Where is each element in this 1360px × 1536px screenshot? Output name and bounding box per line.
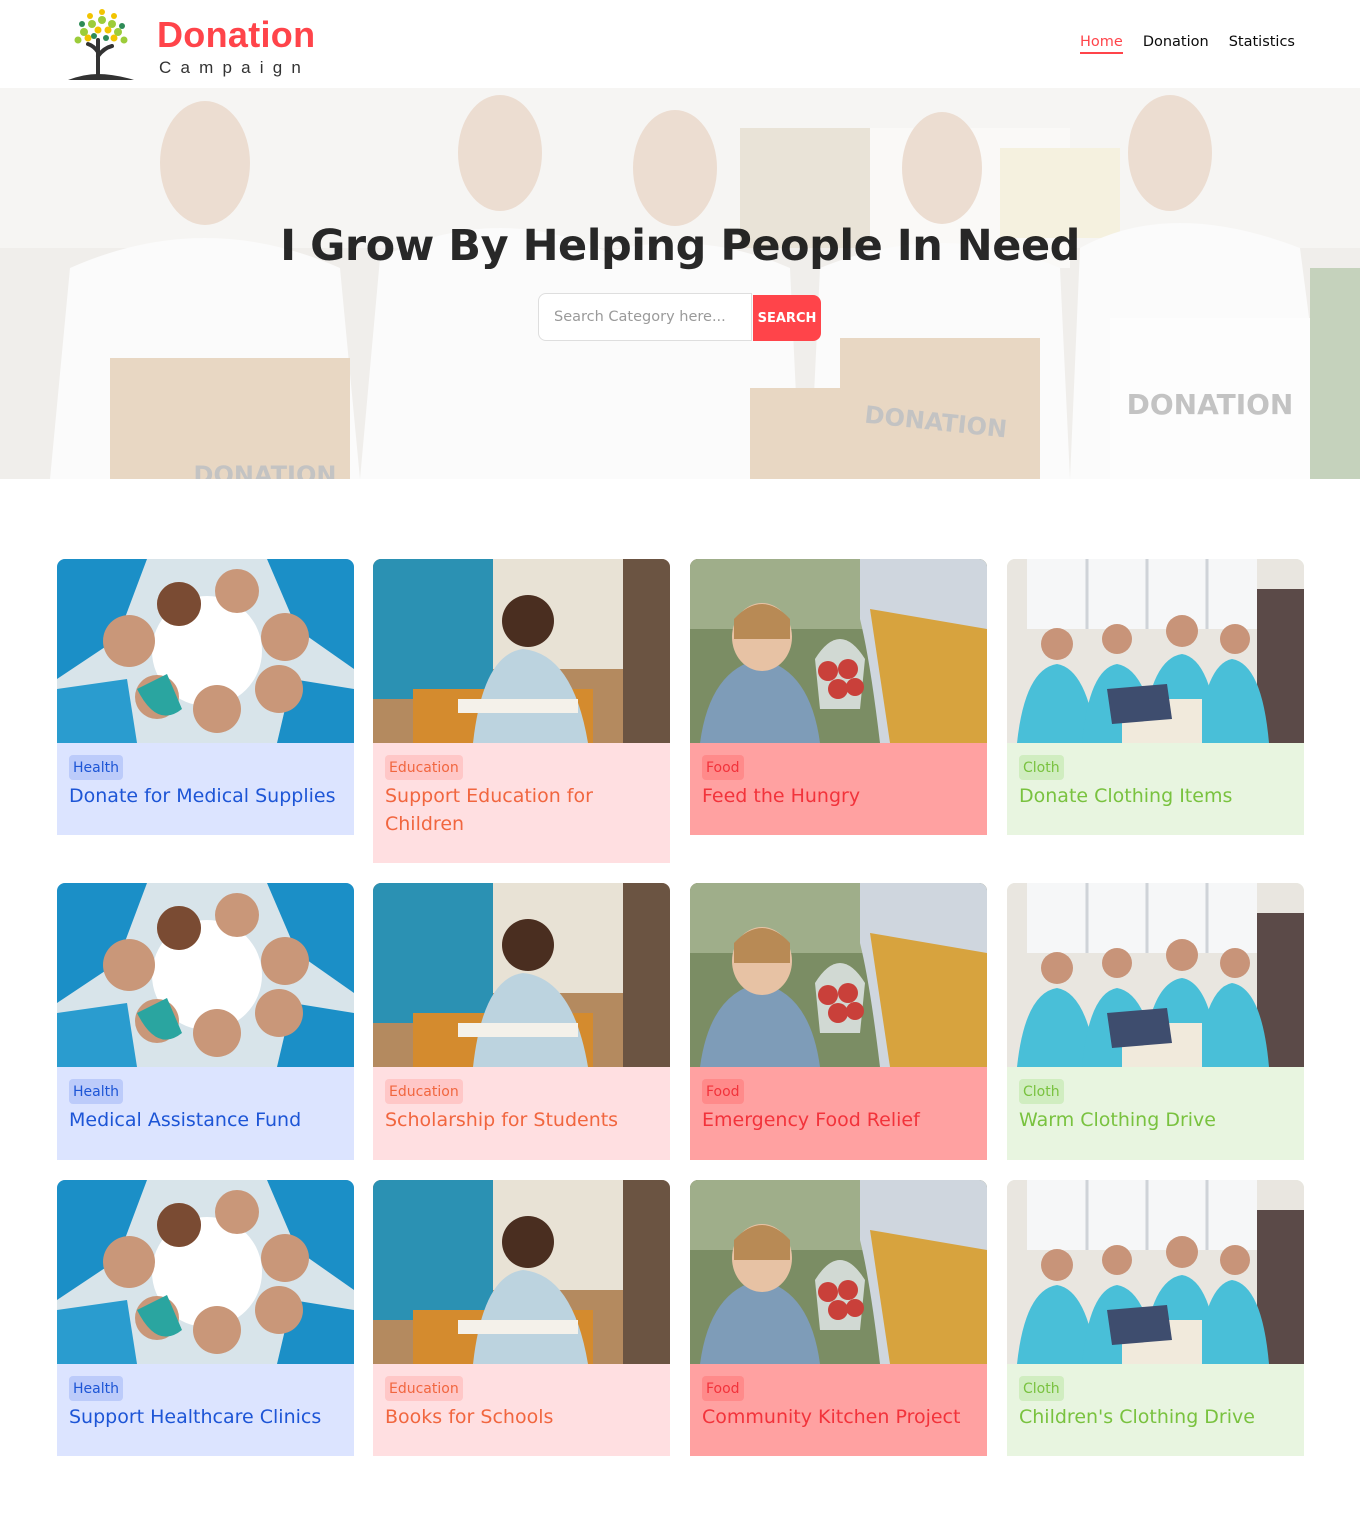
card-body: Food Feed the Hungry	[690, 743, 987, 824]
brand-subtitle: Campaign	[159, 58, 311, 77]
donation-card[interactable]: Food Feed the Hungry	[690, 559, 987, 835]
card-body: Cloth Donate Clothing Items	[1007, 743, 1304, 824]
card-title: Emergency Food Relief	[702, 1109, 920, 1131]
donation-card[interactable]: Health Donate for Medical Supplies	[57, 559, 354, 835]
card-body: Cloth Children's Clothing Drive	[1007, 1364, 1304, 1445]
girl-food-bag-image	[690, 883, 987, 1067]
card-body: Health Support Healthcare Clinics	[57, 1364, 354, 1445]
category-tag: Education	[385, 755, 463, 780]
people-circle-image	[57, 559, 354, 743]
card-title: Warm Clothing Drive	[1019, 1109, 1216, 1131]
volunteers-clothes-image	[1007, 559, 1304, 743]
donation-card[interactable]: Food Community Kitchen Project	[690, 1180, 987, 1456]
girl-food-bag-image	[690, 1180, 987, 1364]
category-tag: Cloth	[1019, 1079, 1064, 1104]
student-classroom-image	[373, 1180, 670, 1364]
site-logo[interactable]: Donation Campaign	[64, 8, 324, 82]
hero-banner: DONATION DONATION DONATION I Grow By Hel…	[0, 88, 1360, 479]
card-body: Health Medical Assistance Fund	[57, 1067, 354, 1148]
student-classroom-image	[373, 559, 670, 743]
tree-logo-icon	[68, 9, 134, 80]
donation-card[interactable]: Cloth Children's Clothing Drive	[1007, 1180, 1304, 1456]
volunteers-clothes-image	[1007, 1180, 1304, 1364]
donation-card[interactable]: Education Scholarship for Students	[373, 883, 670, 1160]
hero-title: I Grow By Helping People In Need	[280, 221, 1080, 271]
donation-card[interactable]: Health Support Healthcare Clinics	[57, 1180, 354, 1456]
card-title: Community Kitchen Project	[702, 1406, 961, 1428]
people-circle-image	[57, 883, 354, 1067]
category-tag: Cloth	[1019, 755, 1064, 780]
card-title: Children's Clothing Drive	[1019, 1406, 1255, 1428]
people-circle-image	[57, 1180, 354, 1364]
card-title: Books for Schools	[385, 1406, 554, 1428]
donation-card[interactable]: Health Medical Assistance Fund	[57, 883, 354, 1160]
card-body: Food Emergency Food Relief	[690, 1067, 987, 1148]
category-tag: Food	[702, 755, 744, 780]
card-title: Feed the Hungry	[702, 785, 861, 807]
main-nav: Home Donation Statistics	[1079, 34, 1295, 54]
card-title: Support Education for Children	[385, 785, 593, 835]
category-tag: Cloth	[1019, 1376, 1064, 1401]
category-tag: Food	[702, 1079, 744, 1104]
category-tag: Health	[69, 755, 123, 780]
student-classroom-image	[373, 883, 670, 1067]
category-tag: Food	[702, 1376, 744, 1401]
donation-card[interactable]: Education Support Education for Children	[373, 559, 670, 863]
search-button[interactable]: SEARCH	[753, 295, 821, 341]
donation-card[interactable]: Education Books for Schools	[373, 1180, 670, 1456]
card-title: Support Healthcare Clinics	[69, 1406, 322, 1428]
girl-food-bag-image	[690, 559, 987, 743]
donation-card[interactable]: Food Emergency Food Relief	[690, 883, 987, 1160]
card-body: Food Community Kitchen Project	[690, 1364, 987, 1445]
card-title: Donate for Medical Supplies	[69, 785, 336, 807]
card-body: Cloth Warm Clothing Drive	[1007, 1067, 1304, 1148]
card-body: Education Books for Schools	[373, 1364, 670, 1445]
nav-donation[interactable]: Donation	[1143, 34, 1209, 54]
search-input[interactable]	[538, 293, 752, 341]
category-tag: Education	[385, 1079, 463, 1104]
card-body: Education Support Education for Children	[373, 743, 670, 852]
card-title: Donate Clothing Items	[1019, 785, 1233, 807]
card-body: Education Scholarship for Students	[373, 1067, 670, 1148]
category-tag: Health	[69, 1376, 123, 1401]
volunteers-clothes-image	[1007, 883, 1304, 1067]
card-body: Health Donate for Medical Supplies	[57, 743, 354, 824]
nav-statistics[interactable]: Statistics	[1229, 34, 1295, 54]
card-title: Scholarship for Students	[385, 1109, 619, 1131]
category-tag: Education	[385, 1376, 463, 1401]
donation-card[interactable]: Cloth Warm Clothing Drive	[1007, 883, 1304, 1160]
donation-card[interactable]: Cloth Donate Clothing Items	[1007, 559, 1304, 835]
category-tag: Health	[69, 1079, 123, 1104]
nav-home[interactable]: Home	[1079, 34, 1123, 54]
brand-title: Donation	[157, 14, 316, 55]
site-header: Donation Campaign Home Donation Statisti…	[0, 0, 1360, 88]
search-bar: SEARCH	[538, 293, 822, 341]
card-title: Medical Assistance Fund	[69, 1109, 302, 1131]
